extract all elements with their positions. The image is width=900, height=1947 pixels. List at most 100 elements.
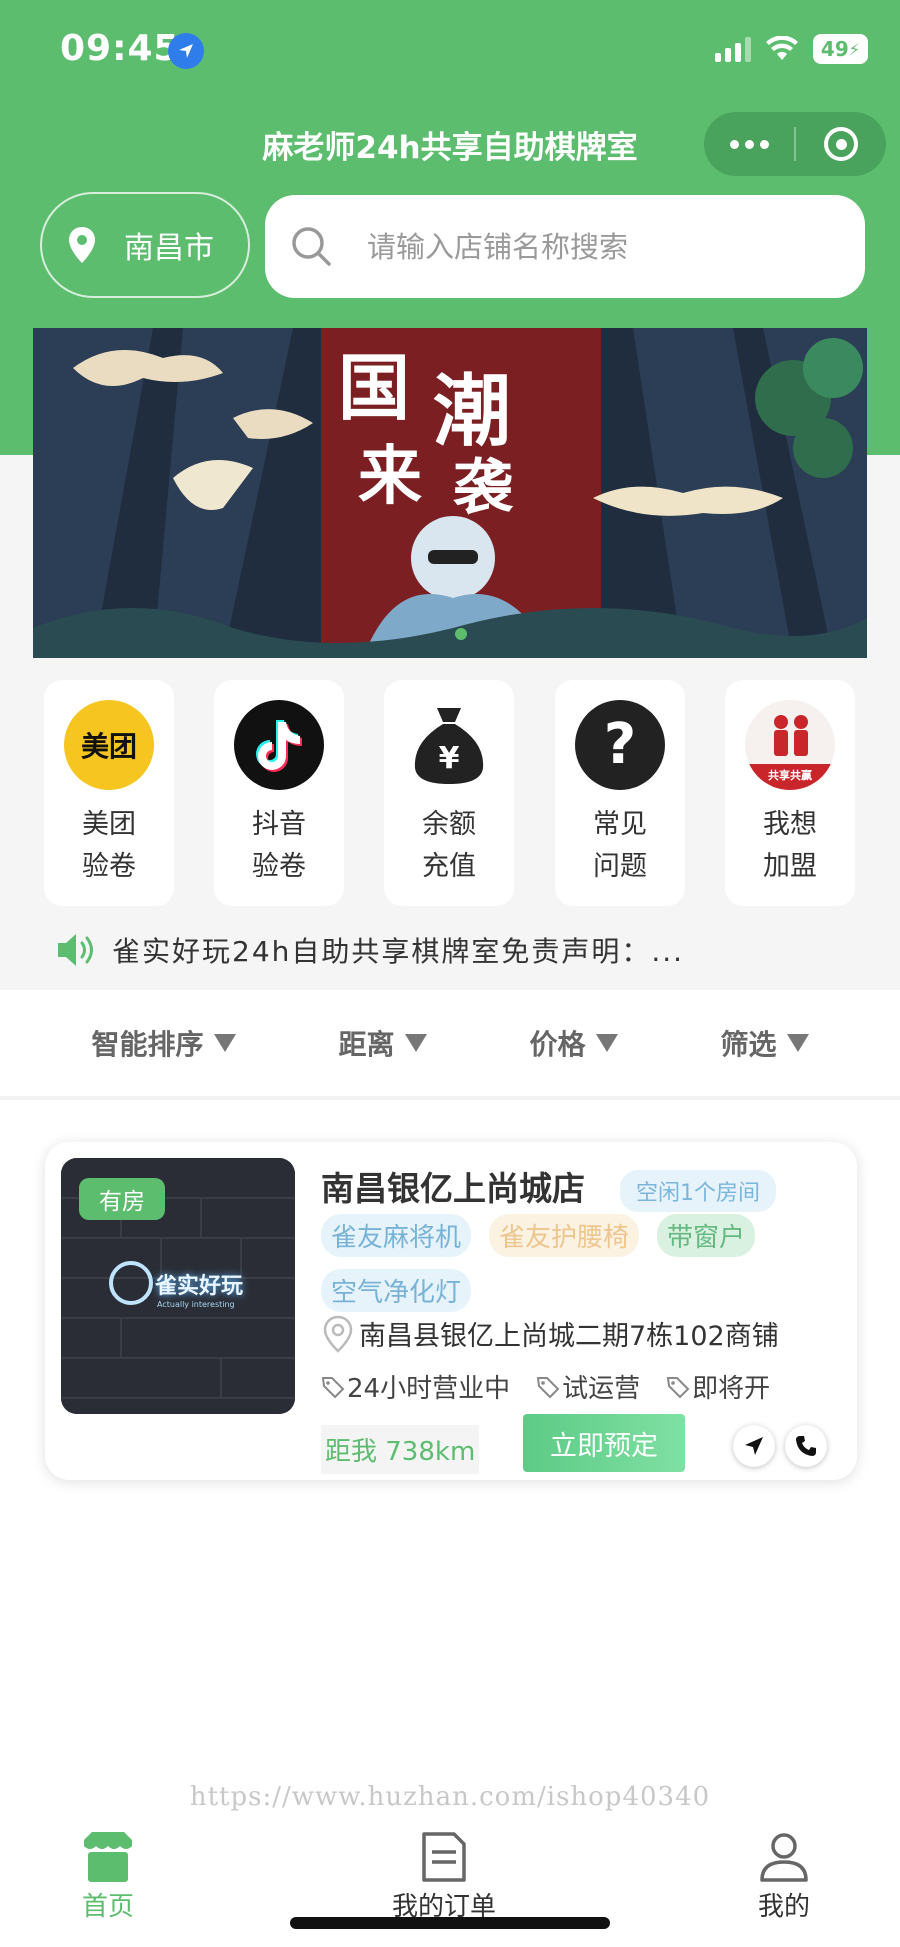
city-selector[interactable]: 南昌市: [40, 192, 250, 298]
banner-indicator: [455, 628, 467, 640]
store-tag: 空气净化灯: [321, 1269, 472, 1312]
mini-program-capsule: [704, 112, 886, 176]
tag-icon: [536, 1376, 560, 1398]
quick-action-label: 余额充值: [422, 809, 476, 882]
dropdown-triangle-icon: [786, 1034, 809, 1052]
tab-orders[interactable]: 我的订单: [392, 1830, 496, 1923]
store-tag: 带窗户: [657, 1214, 756, 1257]
app-page: 09:45 49 ⚡ 麻老师24h共享自助棋牌室 南昌市 请输入店铺名称搜索 国…: [0, 0, 900, 1947]
join-icon: 共享共赢: [745, 700, 835, 790]
battery-indicator: 49 ⚡: [812, 34, 868, 64]
quick-action-recharge[interactable]: ¥ 余额充值: [384, 680, 514, 906]
store-tag: 雀友护腰椅: [489, 1214, 640, 1257]
filter-label: 距离: [338, 1028, 395, 1061]
quick-action-label: 我想加盟: [763, 809, 817, 882]
store-tag: 雀友麻将机: [321, 1214, 472, 1257]
cellular-signal-icon: [714, 36, 751, 62]
charging-bolt-icon: ⚡: [848, 39, 860, 59]
profile-icon: [760, 1833, 808, 1882]
quick-action-label: 美团验卷: [82, 809, 136, 882]
status-text: 试运营: [562, 1374, 641, 1404]
filter-price[interactable]: 价格: [529, 1023, 618, 1063]
speaker-icon: [58, 934, 93, 966]
status-item: 试运营: [536, 1368, 640, 1405]
store-status-list: 24小时营业中 试运营 即将开: [321, 1368, 770, 1405]
quick-action-faq[interactable]: ? 常见问题: [555, 680, 685, 906]
filter-distance[interactable]: 距离: [338, 1023, 427, 1063]
quick-action-label: 常见问题: [593, 809, 647, 882]
battery-level: 49: [820, 37, 849, 61]
quick-action-join[interactable]: 共享共赢 我想加盟: [725, 680, 855, 906]
guochao-banner-image: 国 潮 来 袭: [33, 328, 867, 658]
money-bag-icon: ¥: [404, 700, 494, 790]
thumbnail-brand-text: 雀实好玩: [155, 1274, 244, 1299]
distance-label: 距我 738km: [321, 1425, 480, 1474]
notice-text: 雀实好玩24h自助共享棋牌室免责声明：...: [112, 935, 685, 968]
call-button[interactable]: [785, 1425, 827, 1467]
status-icons: 49 ⚡: [714, 34, 868, 64]
thumbnail-brand-subtext: Actually interesting: [157, 1300, 235, 1309]
tab-label: 我的: [757, 1892, 810, 1922]
search-input[interactable]: [367, 229, 807, 264]
search-icon: [292, 226, 331, 266]
svg-text:¥: ¥: [439, 741, 460, 776]
status-item: 24小时营业中: [321, 1368, 510, 1405]
douyin-icon: [234, 700, 324, 790]
tab-home[interactable]: 首页: [80, 1830, 136, 1923]
filter-screen[interactable]: 筛选: [720, 1023, 809, 1063]
location-pin-icon: [69, 227, 95, 263]
home-icon: [84, 1832, 132, 1882]
tab-profile[interactable]: 我的: [756, 1830, 812, 1923]
filter-sort[interactable]: 智能排序: [91, 1023, 236, 1063]
store-tags: 雀友麻将机 雀友护腰椅 带窗户 空气净化灯: [321, 1214, 841, 1312]
status-text: 24小时营业中: [347, 1374, 511, 1404]
svg-text:潮: 潮: [433, 366, 511, 457]
tag-icon: [321, 1376, 345, 1398]
target-icon: [824, 127, 858, 161]
filter-label: 价格: [529, 1028, 586, 1061]
phone-icon: [796, 1436, 816, 1456]
meituan-icon: 美团: [64, 700, 154, 790]
filter-bar: 智能排序 距离 价格 筛选: [0, 990, 900, 1100]
svg-text:来: 来: [358, 439, 422, 514]
home-indicator: [290, 1917, 610, 1929]
filter-label: 智能排序: [91, 1028, 204, 1061]
store-name: 南昌银亿上尚城店: [321, 1169, 585, 1208]
quick-action-label: 抖音验卷: [252, 809, 306, 882]
dropdown-triangle-icon: [404, 1034, 427, 1052]
tab-label: 首页: [81, 1892, 134, 1922]
question-icon: ?: [575, 700, 665, 790]
order-icon: [422, 1832, 466, 1882]
store-address: 南昌县银亿上尚城二期7栋102商铺: [321, 1314, 779, 1353]
promo-banner[interactable]: 国 潮 来 袭: [33, 328, 867, 658]
notice-bar[interactable]: 雀实好玩24h自助共享棋牌室免责声明：...: [56, 930, 684, 970]
status-item: 即将开: [666, 1368, 770, 1405]
free-rooms-badge: 空闲1个房间: [620, 1170, 776, 1212]
tag-icon: [666, 1376, 690, 1398]
status-text: 即将开: [692, 1374, 771, 1404]
location-services-icon: [168, 33, 204, 69]
meituan-logo-text: 美团: [80, 730, 137, 763]
svg-text:国: 国: [338, 345, 410, 430]
close-mini-program-button[interactable]: [796, 112, 886, 176]
join-icon-text: 共享共赢: [768, 769, 812, 782]
quick-action-douyin[interactable]: 抖音验卷: [214, 680, 344, 906]
search-bar[interactable]: [265, 195, 865, 298]
city-name: 南昌市: [124, 231, 214, 266]
room-available-badge: 有房: [79, 1178, 165, 1220]
wifi-icon: [765, 36, 798, 60]
more-dots-icon: [729, 139, 769, 149]
address-text: 南昌县银亿上尚城二期7栋102商铺: [359, 1321, 779, 1352]
quick-action-meituan[interactable]: 美团 美团验卷: [44, 680, 174, 906]
address-pin-icon: [323, 1315, 353, 1353]
store-card[interactable]: 雀实好玩 Actually interesting 有房 南昌银亿上尚城店 空闲…: [45, 1142, 857, 1480]
book-now-button[interactable]: 立即预定: [523, 1414, 685, 1472]
dropdown-triangle-icon: [595, 1034, 618, 1052]
status-time: 09:45: [60, 28, 180, 69]
more-button[interactable]: [704, 112, 794, 176]
filter-label: 筛选: [720, 1028, 777, 1061]
navigation-arrow-icon: [745, 1437, 763, 1455]
navigate-button[interactable]: [733, 1425, 775, 1467]
watermark: https://www.huzhan.com/ishop40340: [189, 1782, 711, 1812]
store-thumbnail: 雀实好玩 Actually interesting 有房: [61, 1158, 295, 1414]
